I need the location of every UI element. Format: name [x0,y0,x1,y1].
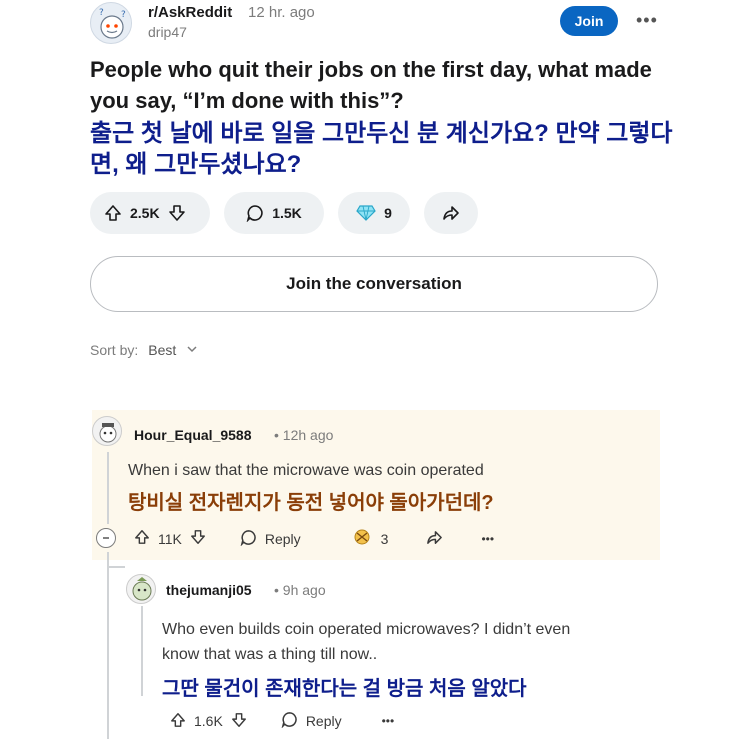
award-icon [351,528,373,549]
award-button[interactable]: 9 [338,192,410,234]
vote-count: 11K [158,530,182,547]
comment-icon [246,204,264,222]
downvote-icon[interactable] [190,529,206,548]
thread-line[interactable] [107,552,109,739]
svg-text:?: ? [99,8,104,18]
more-options-icon[interactable]: ••• [636,10,658,31]
reply-label: Reply [305,713,342,729]
comment-time: • 12h ago [274,427,334,443]
commenter-avatar[interactable] [126,574,156,604]
subreddit-name[interactable]: r/AskReddit [148,4,232,21]
chevron-down-icon[interactable] [186,342,198,358]
thread-line[interactable] [107,452,109,524]
comment-icon [240,529,257,549]
downvote-icon[interactable] [168,204,186,222]
comment-body-line-2: know that was a thing till now.. [162,646,378,663]
sort-label: Sort by: [90,342,139,358]
award-gem-icon [356,205,376,221]
comment-icon [281,711,298,731]
post-title-translation: 출근 첫 날에 바로 일을 그만두신 분 계신가요? 만약 그렇다면, 왜 그만… [90,120,673,178]
commenter-avatar[interactable] [92,416,122,446]
award-count: 3 [380,530,389,547]
join-button[interactable]: Join [560,6,618,36]
reply-connector [107,566,125,568]
share-button[interactable] [424,192,478,234]
comment-count: 1.5K [272,205,302,221]
post-time: 12 hr. ago [248,4,315,21]
award-count: 9 [384,205,392,221]
more-options-icon[interactable]: ••• [481,532,494,546]
share-icon [442,204,460,222]
reply-label: Reply [264,530,301,547]
share-icon[interactable] [426,529,443,549]
reply-button[interactable]: Reply [240,529,301,549]
comment-body: When i saw that the microwave was coin o… [128,462,484,479]
vote-count: 2.5K [130,205,160,221]
reply-button[interactable]: Reply [281,711,342,731]
upvote-icon[interactable] [134,529,150,548]
upvote-icon[interactable] [104,204,122,222]
comment-translation: 탕비실 전자렌지가 동전 넣어야 돌아가던데? [128,492,494,514]
comments-button[interactable]: 1.5K [224,192,324,234]
subreddit-avatar[interactable]: ? ? [90,2,132,44]
join-conversation-input[interactable]: Join the conversation [90,256,658,312]
vote-count: 1.6K [194,713,223,729]
vote-pill: 2.5K [90,192,210,234]
comment-actions: 1.6K Reply ••• [170,711,394,731]
sort-control[interactable]: Sort by: Best [90,342,198,358]
downvote-icon[interactable] [231,712,247,731]
post-title: People who quit their jobs on the first … [90,57,652,113]
collapse-thread-button[interactable] [96,528,116,548]
upvote-icon[interactable] [170,712,186,731]
thread-line[interactable] [141,606,143,696]
comment-translation: 그딴 물건이 존재한다는 걸 방금 처음 알았다 [162,678,527,700]
comment-author[interactable]: thejumanji05 [166,582,252,598]
comment-actions: 11K Reply 3 ••• [134,528,494,549]
award-button[interactable]: 3 [351,528,389,549]
comment-body-line-1: Who even builds coin operated microwaves… [162,621,571,638]
comment-time: • 9h ago [274,582,326,598]
sort-value[interactable]: Best [148,342,176,358]
more-options-icon[interactable]: ••• [382,714,395,728]
comment-author[interactable]: Hour_Equal_9588 [134,427,252,443]
svg-text:?: ? [121,10,126,20]
post-author[interactable]: drip47 [148,24,187,40]
post-action-bar: 2.5K 1.5K 9 [90,192,478,234]
